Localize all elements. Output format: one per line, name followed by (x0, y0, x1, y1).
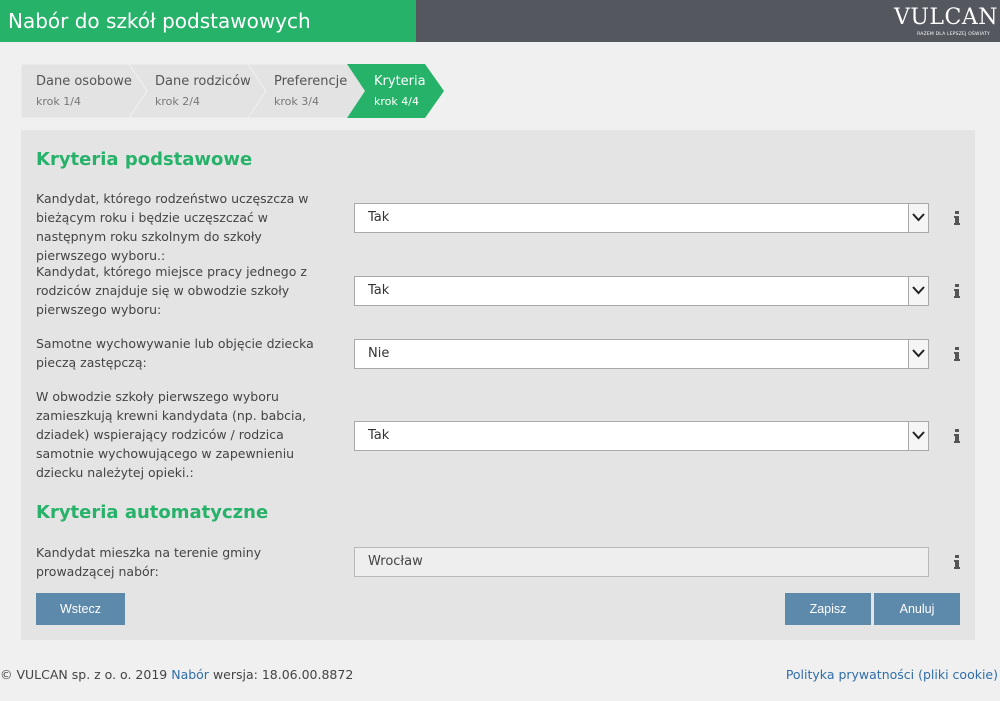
logo-text: VULCAN (894, 5, 999, 30)
criterion-label: Kandydat mieszka na terenie gminy prowad… (36, 545, 262, 579)
privacy-policy-link[interactable]: Polityka prywatności (pliki cookie) (786, 667, 998, 682)
criterion-label: W obwodzie szkoły pierwszego wyboru zami… (36, 389, 307, 480)
cancel-button[interactable]: Anuluj (874, 593, 960, 625)
chevron-down-icon (912, 349, 925, 358)
step-wizard: Dane osobowe krok 1/4 Dane rodziców krok… (21, 64, 451, 118)
dropdown-button[interactable] (908, 277, 928, 305)
select-value: Tak (368, 210, 390, 225)
criterion-select[interactable]: Tak (354, 276, 929, 306)
info-icon[interactable] (951, 555, 963, 569)
info-icon[interactable] (951, 347, 963, 361)
info-icon[interactable] (951, 284, 963, 298)
step-number: krok 1/4 (36, 95, 81, 108)
step-label: Dane rodziców (155, 74, 251, 89)
select-value: Tak (368, 283, 390, 298)
readonly-field: Wrocław (354, 547, 929, 577)
step-label: Dane osobowe (36, 74, 132, 89)
step-number: krok 3/4 (274, 95, 319, 108)
copyright-text: © VULCAN sp. z o. o. 2019 (0, 667, 168, 682)
page-title: Nabór do szkół podstawowych (0, 0, 416, 42)
step-arrow-shape (347, 64, 444, 118)
dropdown-button[interactable] (908, 340, 928, 368)
chevron-down-icon (912, 286, 925, 295)
criterion-label: Kandydat, którego miejsce pracy jednego … (36, 264, 307, 317)
nabor-link[interactable]: Nabór (171, 667, 209, 682)
chevron-down-icon (912, 213, 925, 222)
step-kryteria[interactable]: Kryteria krok 4/4 (347, 64, 447, 118)
vulcan-logo: VULCAN RAZEM DLA LEPSZEJ OŚWIATY (894, 4, 999, 40)
criteria-form: Kryteria podstawowe Kandydat, którego ro… (21, 130, 975, 640)
step-number: krok 2/4 (155, 95, 200, 108)
info-icon[interactable] (951, 211, 963, 225)
criterion-select[interactable]: Tak (354, 203, 929, 233)
version-text: wersja: 18.06.00.8872 (212, 667, 354, 682)
criterion-select[interactable]: Tak (354, 421, 929, 451)
footer-copyright: © VULCAN sp. z o. o. 2019 Nabór wersja: … (0, 667, 353, 682)
back-button[interactable]: Wstecz (36, 593, 125, 625)
step-label: Preferencje (274, 74, 348, 89)
step-label: Kryteria (374, 74, 426, 89)
select-value: Nie (368, 346, 390, 361)
chevron-down-icon (912, 431, 925, 440)
section-title-basic: Kryteria podstawowe (36, 149, 253, 170)
header: Nabór do szkół podstawowych VULCAN RAZEM… (0, 0, 1000, 42)
step-number: krok 4/4 (374, 95, 419, 108)
criterion-label: Samotne wychowywanie lub objęcie dziecka… (36, 336, 314, 370)
save-button[interactable]: Zapisz (785, 593, 871, 625)
criterion-label: Kandydat, którego rodzeństwo uczęszcza w… (36, 191, 309, 263)
logo-tagline: RAZEM DLA LEPSZEJ OŚWIATY (917, 32, 990, 37)
dropdown-button[interactable] (908, 422, 928, 450)
criterion-select[interactable]: Nie (354, 339, 929, 369)
select-value: Tak (368, 428, 390, 443)
dropdown-button[interactable] (908, 204, 928, 232)
info-icon[interactable] (951, 429, 963, 443)
section-title-automatic: Kryteria automatyczne (36, 502, 269, 523)
